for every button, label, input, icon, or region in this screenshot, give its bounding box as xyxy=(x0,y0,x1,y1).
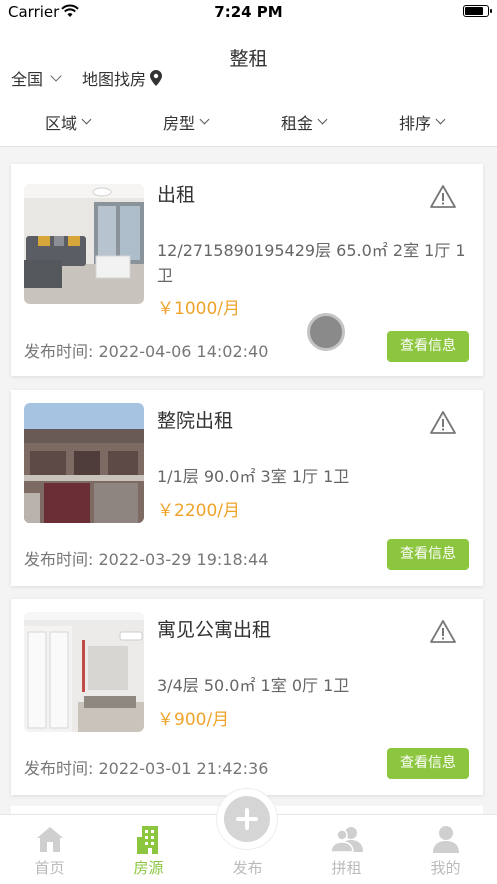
chevron-down-icon xyxy=(317,114,328,125)
tab-label: 首页 xyxy=(34,859,65,877)
battery-icon xyxy=(463,5,492,17)
listing-card[interactable]: 整院出租 1/1层 90.0㎡ 3室 1厅 1卫 ￥2200/月 发布时间: 2… xyxy=(11,390,483,586)
apartment-room-photo xyxy=(24,612,144,732)
tab-listings[interactable]: 房源 xyxy=(99,815,198,884)
publish-time: 发布时间: 2022-03-29 19:18:44 xyxy=(24,550,269,569)
tab-label: 拼租 xyxy=(331,859,362,877)
filter-label: 房型 xyxy=(163,114,196,133)
listing-title: 寓见公寓出租 xyxy=(157,619,272,641)
page-title: 整租 xyxy=(229,48,268,70)
plus-icon xyxy=(224,796,270,842)
tab-mine[interactable]: 我的 xyxy=(396,815,495,884)
tab-label: 我的 xyxy=(430,859,461,877)
filter-rent[interactable]: 租金 xyxy=(281,110,328,134)
filter-label: 区域 xyxy=(45,114,78,133)
listing-price: ￥1000/月 xyxy=(157,299,240,319)
warning-icon[interactable] xyxy=(429,619,457,644)
filter-label: 租金 xyxy=(281,114,314,133)
group-icon xyxy=(330,827,363,853)
tab-label: 发布 xyxy=(232,859,263,877)
filter-area[interactable]: 区域 xyxy=(45,110,92,134)
listing-card[interactable]: 寓见公寓出租 3/4层 50.0㎡ 1室 0厅 1卫 ￥900/月 发布时间: … xyxy=(11,599,483,795)
map-search-link[interactable]: 地图找房 xyxy=(82,66,163,90)
courtyard-house-photo xyxy=(24,403,144,523)
tab-shared-rent[interactable]: 拼租 xyxy=(297,815,396,884)
city-selector[interactable]: 全国 xyxy=(11,66,62,90)
chevron-down-icon xyxy=(435,114,446,125)
publish-time: 发布时间: 2022-04-06 14:02:40 xyxy=(24,342,269,361)
location-pin-icon xyxy=(150,70,163,86)
filter-bar: 区域 房型 租金 排序 xyxy=(0,98,497,147)
publish-button[interactable] xyxy=(216,788,278,850)
warning-icon[interactable] xyxy=(429,410,457,435)
filter-label: 排序 xyxy=(399,114,432,133)
listing-details: 12/2715890195429层 65.0㎡ 2室 1厅 1卫 xyxy=(157,241,466,285)
listing-card[interactable]: 出租 12/2715890195429层 65.0㎡ 2室 1厅 1卫 ￥100… xyxy=(11,164,483,376)
listing-title: 出租 xyxy=(157,184,196,206)
view-info-button[interactable]: 查看信息 xyxy=(387,539,469,570)
home-icon xyxy=(36,827,63,852)
chevron-down-icon xyxy=(50,69,62,82)
publish-time: 发布时间: 2022-03-01 21:42:36 xyxy=(24,759,269,778)
city-label: 全国 xyxy=(11,70,44,89)
listing-price: ￥900/月 xyxy=(157,710,230,730)
status-bar: Carrier 7:24 PM xyxy=(0,0,497,24)
listing-price: ￥2200/月 xyxy=(157,501,240,521)
filter-room-type[interactable]: 房型 xyxy=(163,110,210,134)
listing-details: 1/1层 90.0㎡ 3室 1厅 1卫 xyxy=(157,467,350,486)
listing-title: 整院出租 xyxy=(157,410,234,432)
building-icon xyxy=(136,826,158,854)
warning-icon[interactable] xyxy=(429,184,457,209)
listing-details: 3/4层 50.0㎡ 1室 0厅 1卫 xyxy=(157,676,350,695)
header: 整租 全国 地图找房 xyxy=(0,24,497,98)
living-room-photo xyxy=(24,184,144,304)
map-search-label: 地图找房 xyxy=(82,70,147,89)
view-info-button[interactable]: 查看信息 xyxy=(387,331,469,362)
chevron-down-icon xyxy=(81,114,92,125)
filter-sort[interactable]: 排序 xyxy=(399,110,446,134)
clock: 7:24 PM xyxy=(214,3,283,21)
tab-label: 房源 xyxy=(133,859,164,877)
view-info-button[interactable]: 查看信息 xyxy=(387,748,469,779)
person-icon xyxy=(432,826,459,853)
chevron-down-icon xyxy=(199,114,210,125)
tab-home[interactable]: 首页 xyxy=(0,815,99,884)
touch-indicator xyxy=(307,313,345,351)
